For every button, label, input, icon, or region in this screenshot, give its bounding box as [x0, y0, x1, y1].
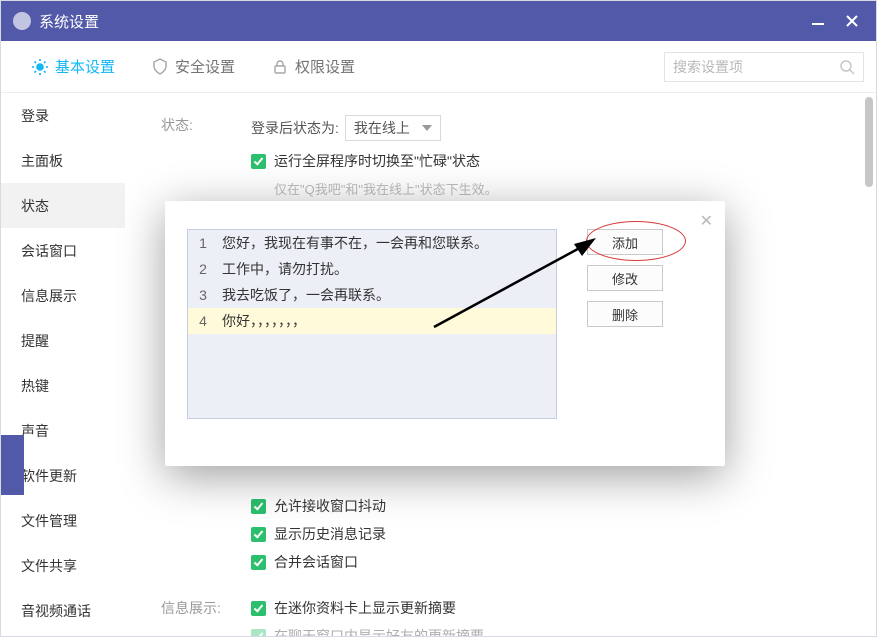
chk-label: 在聊天窗口内显示好友的更新摘要 [274, 626, 484, 637]
list-item[interactable]: 3我去吃饭了，一会再联系。 [188, 282, 556, 308]
sidebar-item-label: 文件管理 [21, 511, 77, 531]
settings-window: 系统设置 基本设置 安全设置 权限设置 搜索设 [0, 0, 877, 637]
search-placeholder: 搜索设置项 [673, 57, 839, 77]
sidebar-item-fileshare[interactable]: 文件共享 [1, 543, 125, 588]
btn-label: 删除 [612, 305, 638, 324]
sidebar-item-label: 信息展示 [21, 286, 77, 306]
chk-label: 运行全屏程序时切换至"忙碌"状态 [274, 151, 480, 171]
tab-basic-label: 基本设置 [55, 56, 115, 77]
gear-icon [31, 58, 49, 76]
sidebar-item-status[interactable]: 状态 [1, 183, 125, 228]
infodisplay-row-label: 信息展示: [161, 598, 251, 637]
sidebar-item-label: 音视频通话 [21, 601, 91, 621]
chk-label: 合并会话窗口 [274, 552, 358, 572]
list-item[interactable]: 4你好，，，，，，， [188, 308, 556, 334]
tab-safety[interactable]: 安全设置 [133, 41, 253, 93]
edit-button[interactable]: 修改 [587, 265, 663, 291]
chk-merge-window[interactable]: 合并会话窗口 [251, 552, 840, 572]
sidebar-item-label: 登录 [21, 106, 49, 126]
tab-basic[interactable]: 基本设置 [13, 41, 133, 93]
sidebar-item-hotkey[interactable]: 热键 [1, 363, 125, 408]
checkbox-icon [251, 601, 266, 616]
chk-mini-card[interactable]: 在迷你资料卡上显示更新摘要 [251, 598, 840, 618]
sidebar-item-mainpanel[interactable]: 主面板 [1, 138, 125, 183]
sidebar-item-chatwindow[interactable]: 会话窗口 [1, 228, 125, 273]
titlebar: 系统设置 [1, 1, 876, 41]
tab-permissions-label: 权限设置 [295, 56, 355, 77]
chevron-down-icon [422, 125, 432, 131]
sidebar-item-label: 文件共享 [21, 556, 77, 576]
close-button[interactable] [840, 9, 864, 33]
tab-permissions[interactable]: 权限设置 [253, 41, 373, 93]
sidebar-item-label: 主面板 [21, 151, 63, 171]
sidebar-item-remind[interactable]: 提醒 [1, 318, 125, 363]
chk-fullscreen-busy[interactable]: 运行全屏程序时切换至"忙碌"状态 [251, 151, 840, 171]
tabs-bar: 基本设置 安全设置 权限设置 搜索设置项 [1, 41, 876, 93]
sidebar-item-login[interactable]: 登录 [1, 93, 125, 138]
checkbox-icon [251, 629, 266, 637]
lock-icon [271, 58, 289, 76]
dialog-close-button[interactable]: ✕ [700, 211, 713, 231]
checkbox-icon [251, 527, 266, 542]
chk-label: 在迷你资料卡上显示更新摘要 [274, 598, 456, 618]
row-text: 我去吃饭了，一会再联系。 [218, 285, 556, 305]
delete-button[interactable]: 删除 [587, 301, 663, 327]
shield-icon [151, 58, 169, 76]
sidebar: 登录 主面板 状态 会话窗口 信息展示 提醒 热键 声音 软件更新 文件管理 文… [1, 93, 125, 636]
chk-label: 允许接收窗口抖动 [274, 496, 386, 516]
row-index: 1 [188, 235, 218, 251]
row-text: 你好，，，，，，， [218, 311, 556, 331]
btn-label: 添加 [612, 233, 638, 252]
tab-safety-label: 安全设置 [175, 56, 235, 77]
checkbox-icon [251, 555, 266, 570]
sidebar-item-label: 会话窗口 [21, 241, 77, 261]
login-status-value: 我在线上 [354, 118, 410, 138]
search-input[interactable]: 搜索设置项 [664, 52, 864, 82]
sidebar-item-label: 软件更新 [21, 466, 77, 486]
row-index: 3 [188, 287, 218, 303]
fullscreen-note: 仅在"Q我吧"和"我在线上"状态下生效。 [274, 179, 840, 198]
autoreply-dialog: ✕ 1您好，我现在有事不在，一会再和您联系。 2工作中，请勿打扰。 3我去吃饭了… [165, 201, 725, 466]
sidebar-item-label: 热键 [21, 376, 49, 396]
minimize-button[interactable] [806, 9, 830, 33]
search-icon [839, 59, 855, 75]
chk-history[interactable]: 显示历史消息记录 [251, 524, 840, 544]
checkbox-icon [251, 154, 266, 169]
row-text: 工作中，请勿打扰。 [218, 259, 556, 279]
chk-window-shake[interactable]: 允许接收窗口抖动 [251, 496, 840, 516]
sidebar-item-avcall[interactable]: 音视频通话 [1, 588, 125, 633]
add-button[interactable]: 添加 [587, 229, 663, 255]
autoreply-list[interactable]: 1您好，我现在有事不在，一会再和您联系。 2工作中，请勿打扰。 3我去吃饭了，一… [187, 229, 557, 419]
btn-label: 修改 [612, 269, 638, 288]
checkbox-icon [251, 499, 266, 514]
sidebar-item-filemgmt[interactable]: 文件管理 [1, 498, 125, 543]
chk-partial[interactable]: 在聊天窗口内显示好友的更新摘要 [251, 626, 840, 637]
list-item[interactable]: 1您好，我现在有事不在，一会再和您联系。 [188, 230, 556, 256]
scrollbar-thumb[interactable] [865, 97, 873, 187]
scrollbar[interactable] [865, 97, 873, 632]
row-index: 4 [188, 313, 218, 329]
sidebar-item-label: 提醒 [21, 331, 49, 351]
window-title: 系统设置 [39, 11, 99, 32]
left-accent [1, 435, 24, 495]
list-item[interactable]: 2工作中，请勿打扰。 [188, 256, 556, 282]
sidebar-item-label: 状态 [21, 196, 49, 216]
app-logo-icon [13, 12, 31, 30]
login-status-label: 登录后状态为: [251, 118, 339, 138]
chk-label: 显示历史消息记录 [274, 524, 386, 544]
sidebar-item-infodisplay[interactable]: 信息展示 [1, 273, 125, 318]
sidebar-item-label: 声音 [21, 421, 49, 441]
row-index: 2 [188, 261, 218, 277]
row-text: 您好，我现在有事不在，一会再和您联系。 [218, 233, 556, 253]
login-status-select[interactable]: 我在线上 [345, 115, 441, 141]
infodisplay-row: 信息展示: 在迷你资料卡上显示更新摘要 在聊天窗口内显示好友的更新摘要 [161, 598, 840, 637]
